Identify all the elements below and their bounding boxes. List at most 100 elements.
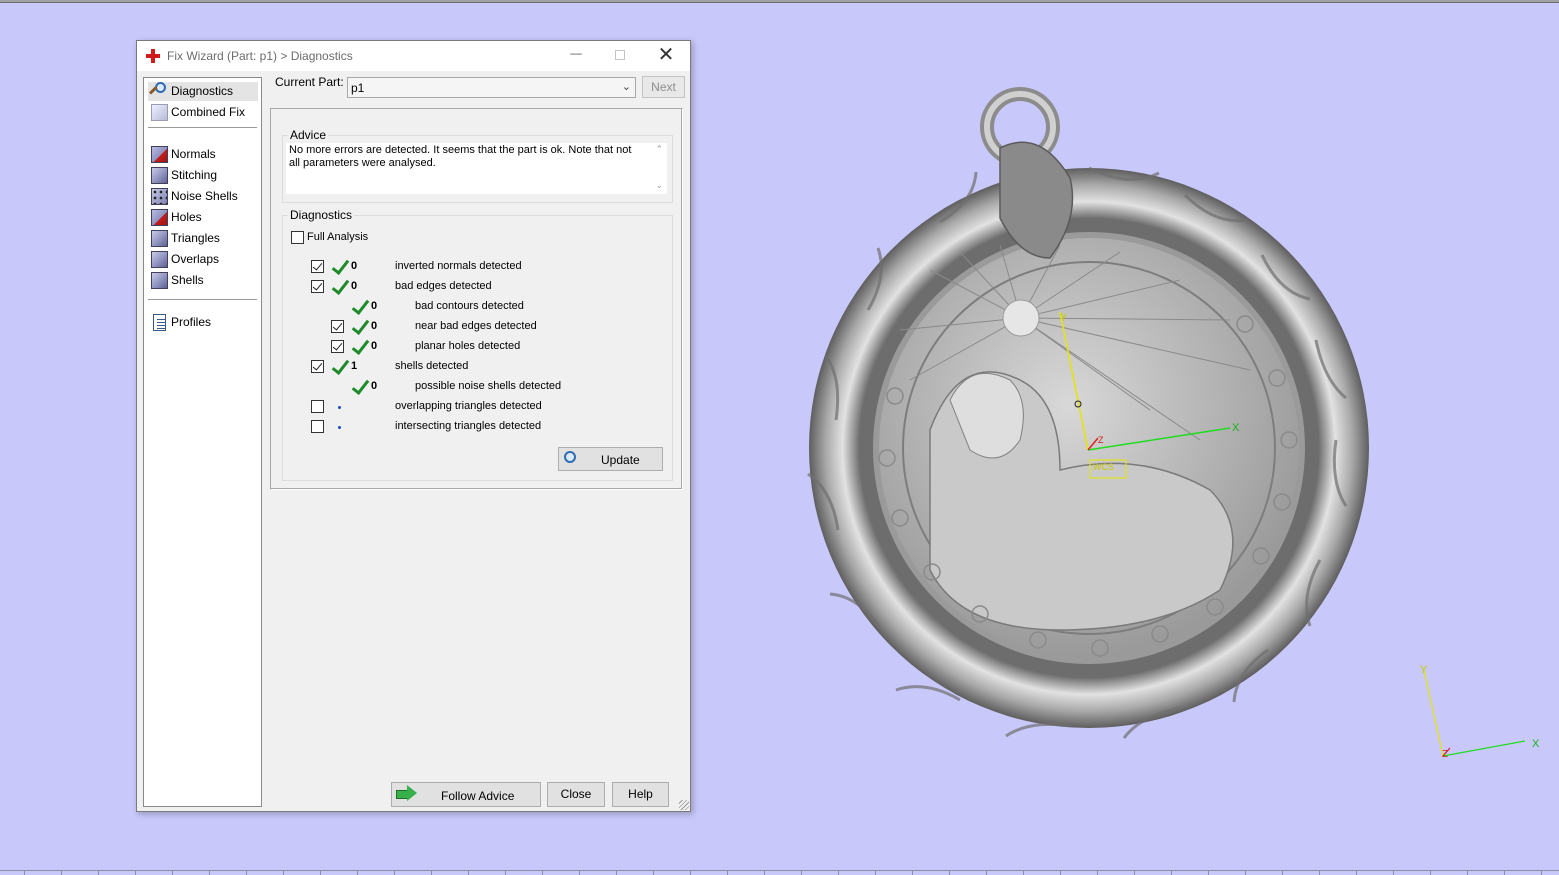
- row-checkbox[interactable]: [311, 260, 324, 273]
- ruler-tick: [135, 871, 136, 875]
- full-analysis-checkbox[interactable]: [291, 231, 304, 244]
- ruler-tick: [764, 871, 765, 875]
- nav-item-combined-fix[interactable]: Combined Fix: [148, 103, 258, 122]
- ruler-tick: [1393, 871, 1394, 875]
- ruler-tick: [283, 871, 284, 875]
- nav-item-label: Combined Fix: [171, 105, 246, 119]
- ruler-tick: [209, 871, 210, 875]
- nav-divider: [148, 127, 257, 128]
- fix-wizard-nav: Diagnostics Combined Fix Normals Stitchi…: [143, 77, 262, 807]
- ruler-tick: [653, 871, 654, 875]
- nav-item-diagnostics[interactable]: Diagnostics: [148, 82, 258, 101]
- ok-check-icon: [331, 278, 347, 294]
- nav-item-label: Diagnostics: [171, 84, 234, 98]
- ruler-tick: [1134, 871, 1135, 875]
- next-button[interactable]: Next: [642, 76, 685, 98]
- nav-item-stitching[interactable]: Stitching: [148, 166, 258, 185]
- minimize-button[interactable]: ─: [554, 41, 598, 71]
- normals-icon: [151, 146, 168, 163]
- row-checkbox[interactable]: [311, 400, 324, 413]
- triangles-icon: [151, 230, 168, 247]
- row-checkbox[interactable]: [331, 320, 344, 333]
- nav-item-triangles[interactable]: Triangles: [148, 229, 258, 248]
- nav-item-noise-shells[interactable]: Noise Shells: [148, 187, 258, 206]
- ruler-tick: [616, 871, 617, 875]
- ruler-tick: [1171, 871, 1172, 875]
- row-count: 0: [351, 280, 358, 292]
- corner-axis-x-label: X: [1532, 738, 1540, 750]
- nav-item-shells[interactable]: Shells: [148, 271, 258, 290]
- magnifier-icon: [564, 451, 576, 463]
- row-label: inverted normals detected: [395, 260, 522, 272]
- ruler-tick: [1319, 871, 1320, 875]
- ruler-tick: [98, 871, 99, 875]
- green-arrow-icon: [396, 785, 418, 801]
- ruler-tick: [1208, 871, 1209, 875]
- bottom-ruler: [0, 870, 1559, 875]
- ruler-tick: [1541, 871, 1542, 875]
- stitching-icon: [151, 167, 168, 184]
- ruler-tick: [579, 871, 580, 875]
- nav-item-normals[interactable]: Normals: [148, 145, 258, 164]
- noise-shells-icon: [151, 188, 168, 205]
- profiles-icon: [153, 314, 166, 331]
- ruler-tick: [1245, 871, 1246, 875]
- ok-check-icon: [351, 378, 367, 394]
- follow-advice-label: Follow Advice: [441, 789, 515, 803]
- ruler-tick: [1504, 871, 1505, 875]
- nav-divider: [148, 299, 257, 300]
- corner-axis-z-label: Z: [1442, 749, 1449, 760]
- row-checkbox[interactable]: [311, 360, 324, 373]
- scroll-down-icon[interactable]: ⌄: [655, 180, 663, 191]
- title-bar[interactable]: Fix Wizard (Part: p1) > Diagnostics ─ ✕: [137, 41, 690, 71]
- nav-item-overlaps[interactable]: Overlaps: [148, 250, 258, 269]
- nav-item-holes[interactable]: Holes: [148, 208, 258, 227]
- ok-check-icon: [351, 338, 367, 354]
- row-label: planar holes detected: [415, 340, 521, 352]
- ruler-tick: [912, 871, 913, 875]
- row-checkbox[interactable]: [311, 280, 324, 293]
- follow-advice-button[interactable]: Follow Advice: [391, 782, 541, 807]
- holes-icon: [151, 209, 168, 226]
- update-button[interactable]: Update: [558, 447, 663, 471]
- ruler-tick: [1060, 871, 1061, 875]
- ruler-tick: [1097, 871, 1098, 875]
- ruler-tick: [505, 871, 506, 875]
- row-count: 0: [371, 300, 378, 312]
- nav-item-label: Overlaps: [171, 252, 220, 266]
- ruler-tick: [949, 871, 950, 875]
- nav-item-label: Normals: [171, 147, 216, 161]
- close-window-button[interactable]: ✕: [644, 41, 688, 71]
- current-part-select[interactable]: p1 ⌄: [347, 77, 636, 98]
- nav-item-profiles[interactable]: Profiles: [148, 313, 258, 332]
- ruler-tick: [875, 871, 876, 875]
- ruler-tick: [320, 871, 321, 875]
- shells-icon: [151, 272, 168, 289]
- ruler-tick: [431, 871, 432, 875]
- nav-item-label: Noise Shells: [171, 189, 238, 203]
- row-label: possible noise shells detected: [415, 380, 562, 392]
- ruler-tick: [394, 871, 395, 875]
- advice-text: No more errors are detected. It seems th…: [289, 144, 632, 169]
- row-checkbox[interactable]: [311, 420, 324, 433]
- ruler-tick: [468, 871, 469, 875]
- help-button[interactable]: Help: [612, 782, 669, 807]
- ruler-tick: [61, 871, 62, 875]
- nav-item-label: Holes: [171, 210, 202, 224]
- scroll-up-icon[interactable]: ⌃: [655, 144, 663, 155]
- full-analysis-label: Full Analysis: [307, 231, 369, 243]
- row-checkbox[interactable]: [331, 340, 344, 353]
- ruler-tick: [1467, 871, 1468, 875]
- pendant-model: [807, 87, 1369, 739]
- nav-item-label: Triangles: [171, 231, 220, 245]
- maximize-button[interactable]: [598, 41, 642, 71]
- window-title: Fix Wizard (Part: p1) > Diagnostics: [167, 49, 353, 63]
- close-button[interactable]: Close: [547, 782, 605, 807]
- origin-tag: WCS: [1093, 462, 1114, 472]
- advice-textbox[interactable]: No more errors are detected. It seems th…: [285, 142, 668, 195]
- ok-check-icon: [351, 298, 367, 314]
- resize-grip-icon[interactable]: [679, 800, 689, 810]
- ruler-tick: [172, 871, 173, 875]
- current-part-label: Current Part:: [275, 75, 344, 89]
- ruler-tick: [1282, 871, 1283, 875]
